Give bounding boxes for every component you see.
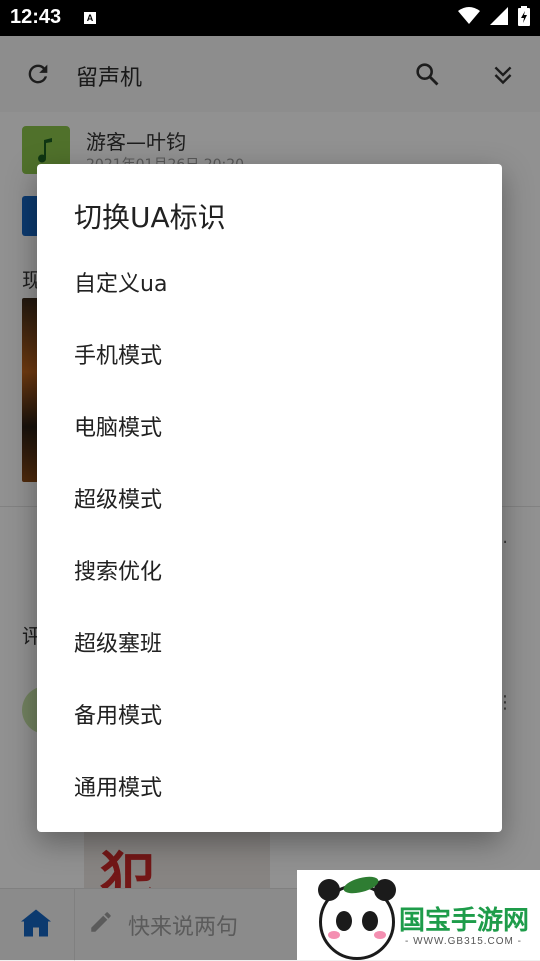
dialog-title: 切换UA标识 bbox=[74, 201, 226, 234]
option-super-symbian[interactable]: 超级塞班 bbox=[74, 626, 162, 658]
watermark-brand: 国宝手游网 bbox=[399, 906, 530, 936]
option-generic-mode[interactable]: 通用模式 bbox=[74, 770, 162, 802]
option-backup-mode[interactable]: 备用模式 bbox=[74, 698, 162, 730]
ua-switch-dialog: 切换UA标识 自定义ua 手机模式 电脑模式 超级模式 搜索优化 超级塞班 备用… bbox=[37, 164, 502, 832]
notification-badge: A bbox=[84, 12, 96, 24]
status-icons bbox=[458, 6, 530, 26]
wifi-icon bbox=[458, 7, 480, 24]
option-custom-ua[interactable]: 自定义ua bbox=[74, 266, 167, 298]
option-desktop-mode[interactable]: 电脑模式 bbox=[74, 410, 162, 442]
status-time: 12:43 bbox=[10, 6, 62, 28]
watermark: 国宝手游网 - WWW.GB315.COM - bbox=[297, 870, 540, 960]
option-mobile-mode[interactable]: 手机模式 bbox=[74, 338, 162, 370]
option-search-optimize[interactable]: 搜索优化 bbox=[74, 554, 162, 586]
status-bar: 12:43 A bbox=[0, 0, 540, 36]
signal-icon bbox=[490, 7, 508, 25]
watermark-url: - WWW.GB315.COM - bbox=[405, 936, 522, 947]
battery-charging-icon bbox=[518, 6, 530, 26]
option-super-mode[interactable]: 超级模式 bbox=[74, 482, 162, 514]
panda-logo-icon bbox=[318, 879, 396, 960]
